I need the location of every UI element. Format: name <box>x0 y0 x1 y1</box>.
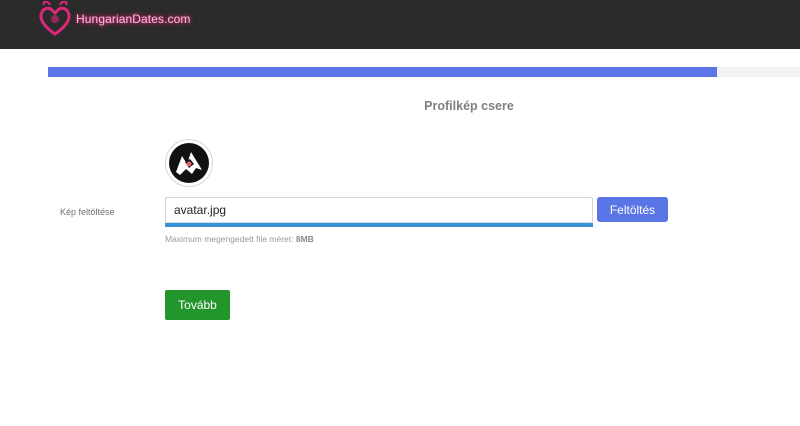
step-progress-bar <box>48 67 800 77</box>
file-input[interactable]: avatar.jpg <box>165 197 593 223</box>
upload-progress-bar <box>165 223 593 227</box>
next-button[interactable]: Tovább <box>165 290 230 320</box>
help-text-size: 8MB <box>295 234 314 244</box>
heart-logo-icon <box>36 1 74 37</box>
logo-text: HungarianDates.com <box>76 12 191 26</box>
avatar <box>165 139 213 187</box>
upload-label: Kép feltöltése <box>60 207 115 217</box>
avatar-image <box>169 143 209 183</box>
upload-button[interactable]: Feltöltés <box>597 197 668 222</box>
step-progress-fill <box>48 67 718 77</box>
page-title: Profilkép csere <box>424 99 514 113</box>
file-size-help: Maximum megengedett file méret: 8MB <box>165 234 314 244</box>
top-navbar: HungarianDates.com <box>0 0 800 49</box>
help-text-prefix: Maximum megengedett file méret: <box>165 234 294 244</box>
site-logo[interactable]: HungarianDates.com <box>36 0 191 38</box>
